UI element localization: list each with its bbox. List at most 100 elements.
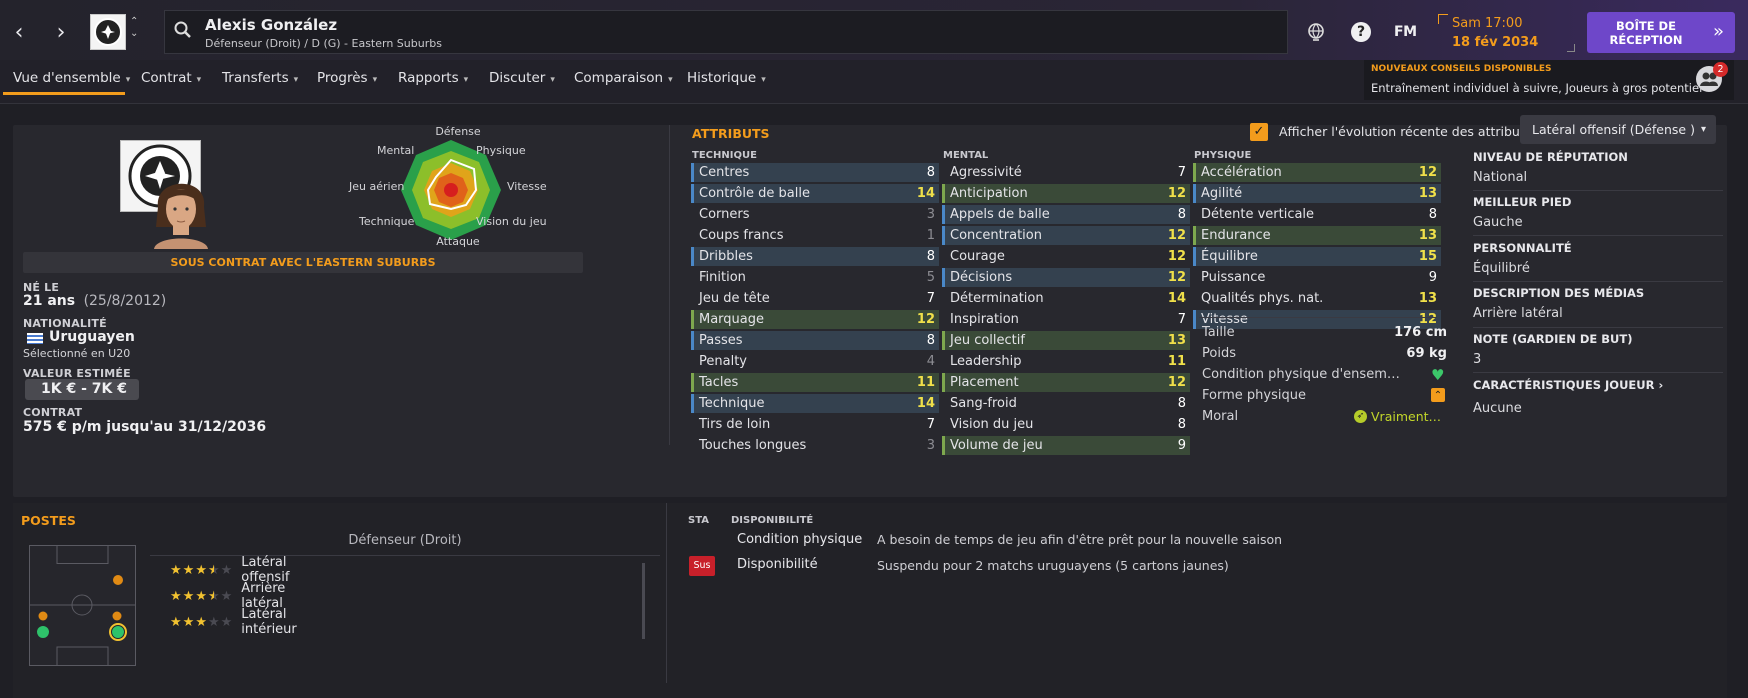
tab-contract[interactable]: Contrat ▾ <box>141 70 201 86</box>
current-time[interactable]: Sam 17:00 <box>1452 16 1522 31</box>
attribute-row[interactable]: Marquage 12 <box>691 310 939 329</box>
back-arrow-icon[interactable]: ‹ <box>4 15 34 49</box>
attribute-row[interactable]: Équilibre 15 <box>1193 247 1441 266</box>
attribute-row[interactable]: Endurance 13 <box>1193 226 1441 245</box>
attribute-row[interactable]: Vision du jeu 8 <box>942 415 1190 434</box>
notification-count-badge: 2 <box>1713 62 1728 77</box>
attribute-value: 8 <box>1177 396 1186 411</box>
sta-header: STA <box>688 515 709 526</box>
star-rating-icon: ★★★★★ <box>170 588 233 604</box>
attribute-row[interactable]: Agressivité 7 <box>942 163 1190 182</box>
attribute-row[interactable]: Détermination 14 <box>942 289 1190 308</box>
attribute-row[interactable]: Penalty 4 <box>691 352 939 371</box>
tab-history[interactable]: Historique ▾ <box>687 70 766 86</box>
attribute-value: 8 <box>1428 207 1437 222</box>
attribute-row[interactable]: Passes 8 <box>691 331 939 350</box>
attribute-row[interactable]: Corners 3 <box>691 205 939 224</box>
inbox-label-2: RÉCEPTION <box>1609 33 1683 47</box>
attribute-value: 8 <box>1177 207 1186 222</box>
attribute-row[interactable]: Finition 5 <box>691 268 939 287</box>
attribute-row[interactable]: Contrôle de balle 14 <box>691 184 939 203</box>
role-select[interactable]: Latéral offensif (Défense ) ▾ <box>1520 115 1716 144</box>
club-crest-icon[interactable] <box>90 14 126 50</box>
attribute-row[interactable]: Courage 12 <box>942 247 1190 266</box>
attribute-name: Volume de jeu <box>950 438 1043 453</box>
attribute-row[interactable]: Coups francs 1 <box>691 226 939 245</box>
attribute-row[interactable]: Sang-froid 8 <box>942 394 1190 413</box>
heart-icon[interactable]: ♥ <box>1431 366 1444 384</box>
positions-scrollbar[interactable] <box>642 563 645 639</box>
attribute-row[interactable]: Anticipation 12 <box>942 184 1190 203</box>
form-label: Forme physique <box>1202 388 1306 403</box>
player-face-avatar[interactable] <box>150 167 212 249</box>
attribute-row[interactable]: Jeu de tête 7 <box>691 289 939 308</box>
attribute-row[interactable]: Puissance 9 <box>1193 268 1441 287</box>
attribute-row[interactable]: Technique 14 <box>691 394 939 413</box>
attribute-name: Coups francs <box>699 228 784 243</box>
tab-bar: Vue d'ensemble ▾ Contrat ▾ Transferts ▾ Pro… <box>0 60 1748 104</box>
search-icon <box>173 20 193 44</box>
traits-block[interactable]: CARACTÉRISTIQUES JOUEUR › Aucune <box>1473 378 1723 416</box>
positions-title: POSTES <box>21 513 76 528</box>
search-bar[interactable]: Alexis González Défenseur (Droit) / D (G… <box>164 10 1288 54</box>
attribute-row[interactable]: Tacles 11 <box>691 373 939 392</box>
date-frame-corner <box>1567 44 1575 52</box>
notification-title: NOUVEAUX CONSEILS DISPONIBLES <box>1371 64 1552 74</box>
traits-label[interactable]: CARACTÉRISTIQUES JOUEUR › <box>1473 378 1723 392</box>
attribute-value: 8 <box>926 333 935 348</box>
help-icon[interactable]: ? <box>1351 22 1371 42</box>
attribute-value: 11 <box>916 375 935 390</box>
uruguay-flag-icon <box>27 333 43 344</box>
evolution-checkbox[interactable]: ✓ <box>1250 123 1268 141</box>
attribute-row[interactable]: Qualités phys. nat. 13 <box>1193 289 1441 308</box>
attribute-row[interactable]: Leadership 11 <box>942 352 1190 371</box>
attribute-row[interactable]: Placement 12 <box>942 373 1190 392</box>
attribute-row[interactable]: Agilité 13 <box>1193 184 1441 203</box>
suspended-badge: Sus <box>689 556 715 576</box>
tab-comparison[interactable]: Comparaison ▾ <box>574 70 673 86</box>
form-up-icon[interactable]: ⌃ <box>1431 388 1445 402</box>
inbox-button[interactable]: BOÎTE DE RÉCEPTION » <box>1587 12 1735 53</box>
attribute-value: 15 <box>1418 249 1437 264</box>
attribute-row[interactable]: Inspiration 7 <box>942 310 1190 329</box>
attribute-name: Touches longues <box>699 438 807 453</box>
club-switch-icon[interactable]: ⌃ ⌄ <box>130 16 138 40</box>
attribute-row[interactable]: Volume de jeu 9 <box>942 436 1190 455</box>
availability-header: DISPONIBILITÉ <box>731 515 814 526</box>
attributes-title: ATTRIBUTS <box>692 126 770 141</box>
position-rating-row[interactable]: ★★★★★ Latéral intérieur <box>170 607 297 637</box>
morale-value[interactable]: Vraiment… <box>1371 409 1441 424</box>
attribute-row[interactable]: Centres 8 <box>691 163 939 182</box>
attribute-row[interactable]: Touches longues 3 <box>691 436 939 455</box>
attribute-value: 11 <box>1167 354 1186 369</box>
tab-overview[interactable]: Vue d'ensemble ▾ <box>13 70 130 86</box>
attribute-row[interactable]: Jeu collectif 13 <box>942 331 1190 350</box>
forward-arrow-icon[interactable]: › <box>46 15 76 49</box>
notification-panel[interactable]: NOUVEAUX CONSEILS DISPONIBLES Entraîneme… <box>1364 60 1734 100</box>
personality-value: Équilibré <box>1473 261 1530 276</box>
tab-transfers[interactable]: Transferts ▾ <box>222 70 298 86</box>
attribute-value: 8 <box>1177 417 1186 432</box>
tab-reports[interactable]: Rapports ▾ <box>398 70 468 86</box>
reputation-block: NIVEAU DE RÉPUTATION National <box>1473 150 1723 185</box>
attribute-row[interactable]: Accélération 12 <box>1193 163 1441 182</box>
attribute-value: 13 <box>1167 333 1186 348</box>
attribute-row[interactable]: Appels de balle 8 <box>942 205 1190 224</box>
nationality[interactable]: Uruguayen <box>49 329 135 345</box>
globe-icon[interactable] <box>1306 22 1326 46</box>
attribute-value: 14 <box>1167 291 1186 306</box>
physique-header: PHYSIQUE <box>1194 150 1252 161</box>
attribute-value: 14 <box>916 396 935 411</box>
fm-logo[interactable]: FM <box>1394 24 1417 40</box>
gk-label: NOTE (GARDIEN DE BUT) <box>1473 332 1633 346</box>
tab-discuss[interactable]: Discuter ▾ <box>489 70 555 86</box>
attribute-row[interactable]: Tirs de loin 7 <box>691 415 939 434</box>
attribute-name: Décisions <box>950 270 1013 285</box>
attribute-row[interactable]: Décisions 12 <box>942 268 1190 287</box>
attribute-name: Inspiration <box>950 312 1019 327</box>
attribute-row[interactable]: Concentration 12 <box>942 226 1190 245</box>
attribute-row[interactable]: Dribbles 8 <box>691 247 939 266</box>
attribute-row[interactable]: Détente verticale 8 <box>1193 205 1441 224</box>
tab-progress[interactable]: Progrès ▾ <box>317 70 377 86</box>
current-date[interactable]: 18 fév 2034 <box>1452 35 1538 50</box>
